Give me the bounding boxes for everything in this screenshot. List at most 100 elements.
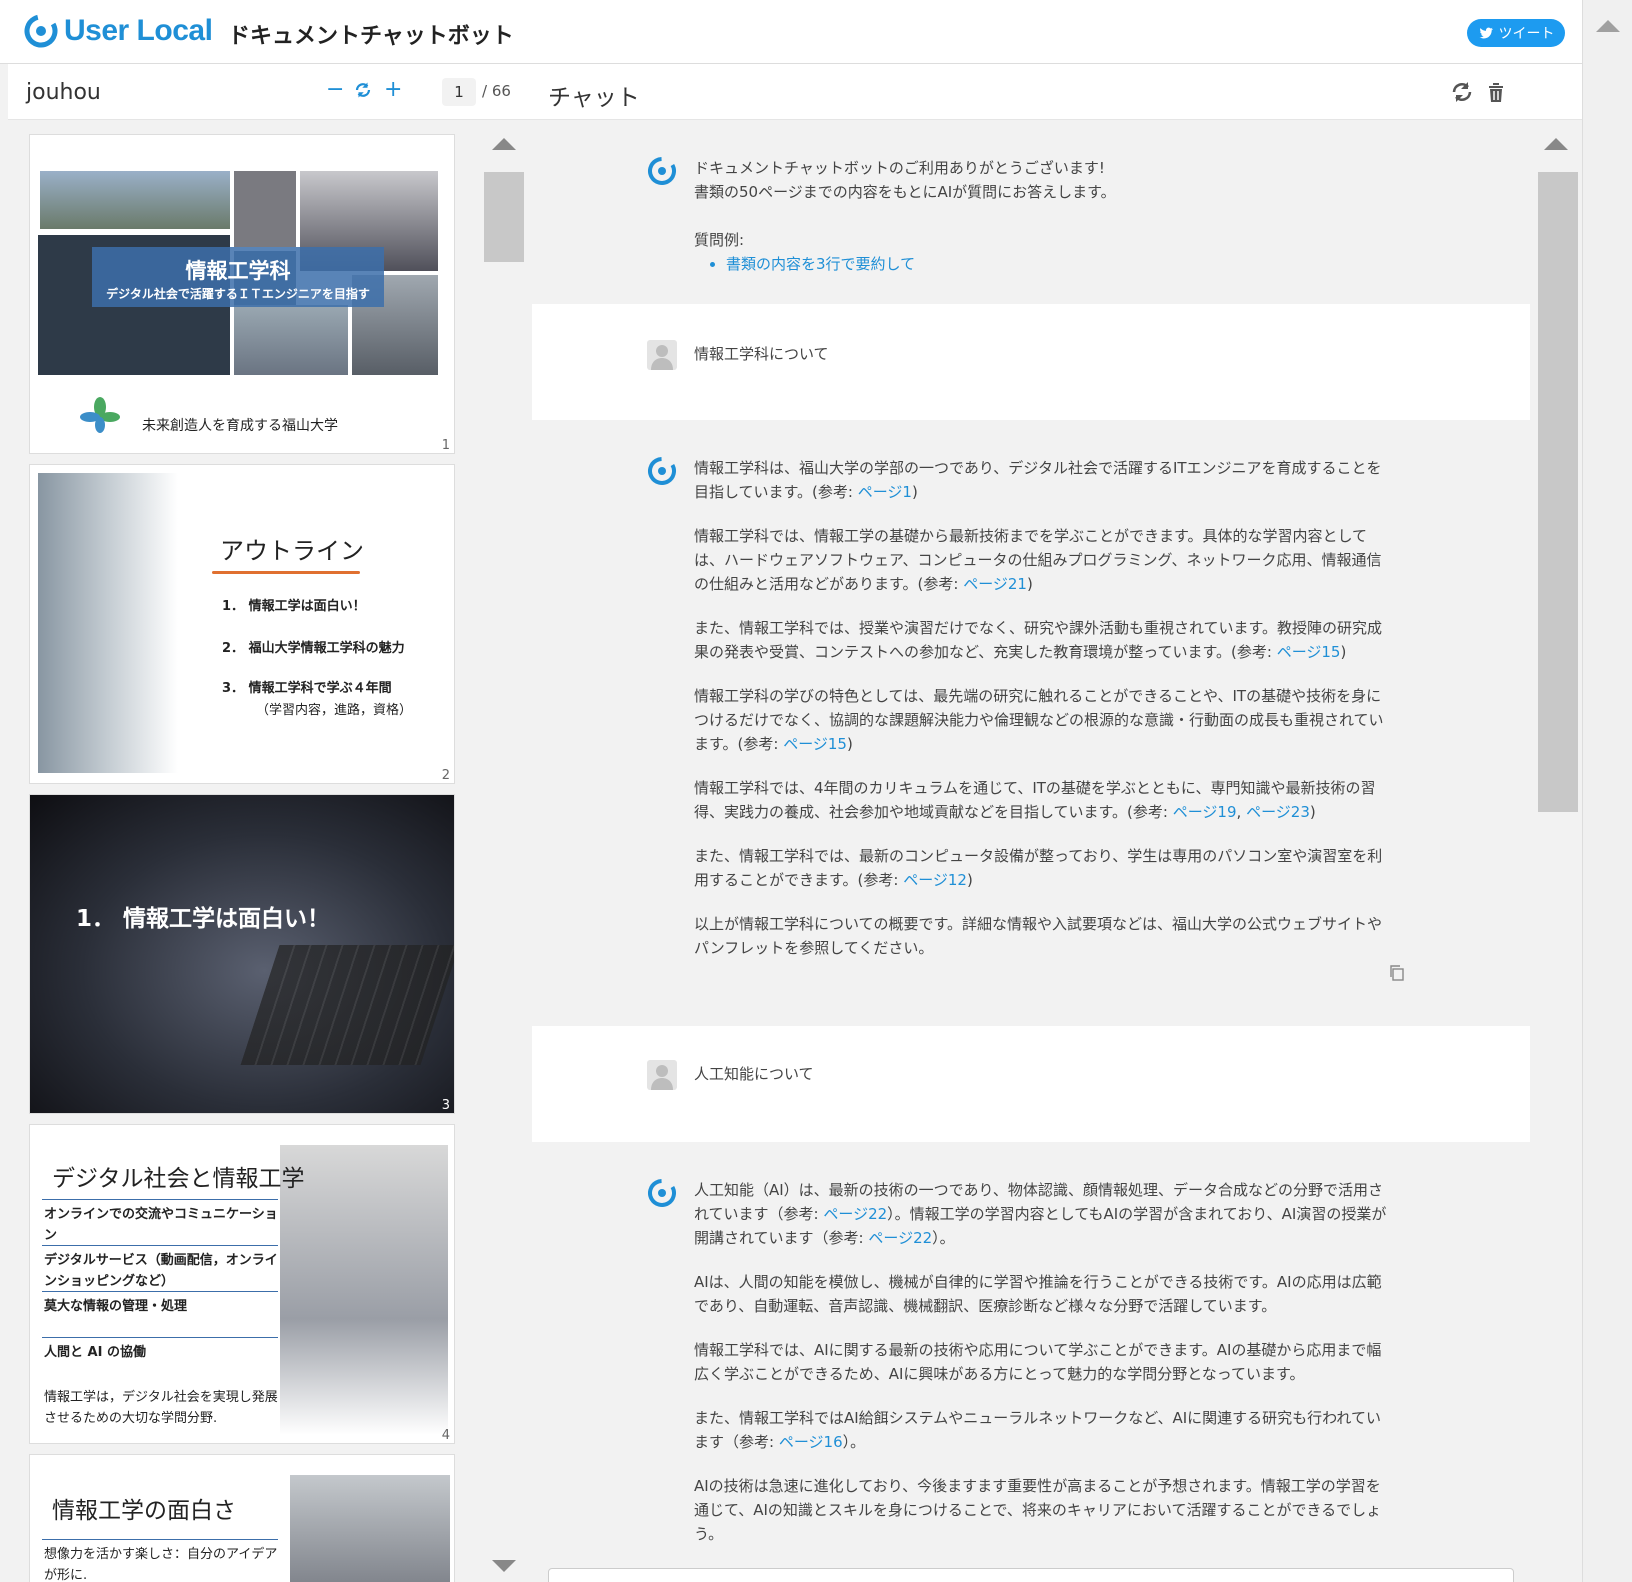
keyboard-image xyxy=(240,945,454,1065)
page-number-input[interactable]: 1 xyxy=(442,78,476,106)
page-reference-link[interactable]: ページ23 xyxy=(1246,803,1310,821)
tweet-label: ツイート xyxy=(1498,26,1555,42)
bot-avatar-icon xyxy=(648,157,676,185)
page2-title: アウトライン xyxy=(220,537,364,565)
zoom-reset-button[interactable] xyxy=(354,78,372,104)
page-reference-link[interactable]: ページ12 xyxy=(903,871,967,889)
topic-row: 莫大な情報の管理・処理 xyxy=(42,1291,278,1337)
refresh-icon xyxy=(355,82,371,98)
title-underline xyxy=(212,571,360,574)
fukuyama-university-logo-icon xyxy=(80,397,120,433)
page-number: 3 xyxy=(441,1098,450,1113)
page-reference-link[interactable]: ページ21 xyxy=(963,575,1027,593)
page4-conclusion: 情報工学は，デジタル社会を実現し発展させるための大切な学問分野. xyxy=(44,1390,278,1426)
page1-tagline: 未来創造人を育成する福山大学 xyxy=(142,418,338,434)
page-thumbnail-1[interactable]: 情報工学科 デジタル社会で活躍するＩＴエンジニアを目指す 未来創造人を育成する福… xyxy=(29,134,455,454)
document-toolbar: jouhou − + 1 / 66 xyxy=(8,64,532,120)
document-scroll-thumb[interactable] xyxy=(484,172,524,262)
topic-row: 想像力を活かす楽しさ：自分のアイデアが形に. xyxy=(42,1539,278,1582)
outline-item: 3． 情報工学科で学ぶ４年間 xyxy=(222,681,392,696)
bot-message: ドキュメントチャットボットのご利用ありがとうございます! 書類の50ページまでの… xyxy=(532,120,1530,304)
page-reference-link[interactable]: ページ16 xyxy=(779,1433,843,1451)
outline-item: 2． 福山大学情報工学科の魅力 xyxy=(222,641,405,656)
page-reference-link[interactable]: ページ15 xyxy=(783,735,847,753)
user-message-text: 情報工学科について xyxy=(694,345,829,363)
examples-label: 質問例: xyxy=(694,231,745,249)
page-thumbnail-2[interactable]: アウトライン 1． 情報工学は面白い！ 2． 福山大学情報工学科の魅力 3． 情… xyxy=(29,464,455,784)
window-scrollbar[interactable] xyxy=(1582,0,1632,1582)
page1-subtitle: デジタル社会で活躍するＩＴエンジニアを目指す xyxy=(106,287,370,301)
bot-answer-text: 人工知能（AI）は、最新の技術の一つであり、物体認識、顔情報処理、データ合成など… xyxy=(694,1178,1394,1566)
topic-row: オンラインでの交流やコミュニケーション xyxy=(42,1199,278,1246)
chat-title: チャット xyxy=(548,85,640,111)
page-number: 2 xyxy=(441,768,450,783)
students-photo xyxy=(38,473,178,773)
answer-text: また、情報工学科では、最新のコンピュータ設備が整っており、学生は専用のパソコン室… xyxy=(694,847,1383,889)
answer-paragraph: AIは、人間の知能を模倣し、機械が自律的に学習や推論を行うことができる技術です。… xyxy=(694,1273,1382,1315)
example-question-link[interactable]: 書類の内容を3行で要約して xyxy=(726,252,1394,276)
page-reference-link[interactable]: ページ1 xyxy=(858,483,912,501)
trash-icon[interactable] xyxy=(1484,80,1508,104)
answer-text: 情報工学科は、福山大学の学部の一つであり、デジタル社会で活躍するITエンジニアを… xyxy=(694,459,1382,501)
chat-messages[interactable]: ドキュメントチャットボットのご利用ありがとうございます! 書類の50ページまでの… xyxy=(532,120,1582,1582)
scroll-up-icon[interactable] xyxy=(1544,138,1568,150)
topic-row: デジタルサービス（動画配信，オンラインショッピングなど） xyxy=(42,1245,278,1292)
bot-answer-text: 情報工学科は、福山大学の学部の一つであり、デジタル社会で活躍するITエンジニアを… xyxy=(694,456,1394,980)
answer-paragraph: 人工知能（AI）は、最新の技術の一つであり、物体認識、顔情報処理、データ合成など… xyxy=(694,1178,1394,1250)
user-message: 人工知能について xyxy=(532,1026,1530,1142)
bot-message: 人工知能（AI）は、最新の技術の一つであり、物体認識、顔情報処理、データ合成など… xyxy=(532,1142,1530,1582)
answer-paragraph: 情報工学科では、4年間のカリキュラムを通じて、ITの基礎を学ぶとともに、専門知識… xyxy=(694,779,1376,821)
answer-paragraph: 情報工学科の学びの特色としては、最先端の研究に触れることができることや、ITの基… xyxy=(694,687,1384,753)
page-reference-link[interactable]: ページ22 xyxy=(823,1205,887,1223)
chat-scroll-thumb[interactable] xyxy=(1538,172,1578,812)
user-message-text: 人工知能について xyxy=(694,1065,814,1083)
answer-text: 情報工学科では、情報工学の基礎から最新技術までを学ぶことができます。具体的な学習… xyxy=(694,527,1382,593)
page3-heading: 1． 情報工学は面白い！ xyxy=(76,906,331,932)
window-scroll-up-icon[interactable] xyxy=(1596,20,1620,32)
answer-paragraph: AIの技術は急速に進化しており、今後ますます重要性が高まることが予想されます。情… xyxy=(694,1477,1382,1543)
bot-avatar-icon xyxy=(648,1179,676,1207)
outline-item: 1． 情報工学は面白い！ xyxy=(222,599,366,614)
logo-text: User Local xyxy=(64,14,213,47)
page-number: 1 xyxy=(441,438,450,453)
page-thumbnail-4[interactable]: デジタル社会と情報工学 オンラインでの交流やコミュニケーション デジタルサービス… xyxy=(29,1124,455,1444)
chat-input[interactable] xyxy=(548,1568,1514,1582)
page-reference-link[interactable]: ページ15 xyxy=(1277,643,1341,661)
user-avatar-icon xyxy=(647,340,677,370)
copy-icon[interactable] xyxy=(1388,964,1406,982)
page4-title: デジタル社会と情報工学 xyxy=(52,1166,305,1192)
answer-paragraph: また、情報工学科では、授業や演習だけでなく、研究や課外活動も重視されています。教… xyxy=(694,619,1383,661)
page1-title: 情報工学科 xyxy=(185,259,291,283)
userlocal-logo-icon xyxy=(24,14,58,48)
page5-title: 情報工学の面白さ xyxy=(52,1498,236,1524)
laptop-user-photo xyxy=(280,1145,448,1435)
page-reference-link[interactable]: ページ22 xyxy=(868,1229,932,1247)
window-scroll-thumb[interactable] xyxy=(1591,60,1621,1560)
refresh-chat-icon[interactable] xyxy=(1450,80,1474,104)
page-thumbnail-3[interactable]: 1． 情報工学は面白い！ 3 xyxy=(29,794,455,1114)
welcome-text: ドキュメントチャットボットのご利用ありがとうございます! 書類の50ページまでの… xyxy=(694,156,1394,276)
zoom-out-button[interactable]: − xyxy=(326,78,344,102)
answer-text: ）。 xyxy=(842,1433,866,1451)
zoom-in-button[interactable]: + xyxy=(384,78,402,102)
page-number: 4 xyxy=(441,1428,450,1443)
tweet-button[interactable]: ツイート xyxy=(1467,19,1565,47)
page-reference-link[interactable]: ページ19 xyxy=(1173,803,1237,821)
document-viewer[interactable]: 情報工学科 デジタル社会で活躍するＩＴエンジニアを目指す 未来創造人を育成する福… xyxy=(8,120,532,1582)
document-panel: jouhou − + 1 / 66 情報工学科 デジタル社会で活躍するＩＴエンジ… xyxy=(8,64,532,1582)
title-banner: 情報工学科 デジタル社会で活躍するＩＴエンジニアを目指す xyxy=(92,247,384,307)
bot-avatar-icon xyxy=(648,457,676,485)
header: User Local ドキュメントチャットボット ツイート xyxy=(0,0,1582,64)
example-list: 書類の内容を3行で要約して xyxy=(694,252,1394,276)
answer-paragraph: 情報工学科では、情報工学の基礎から最新技術までを学ぶことができます。具体的な学習… xyxy=(694,527,1382,593)
user-message: 情報工学科について xyxy=(532,304,1530,420)
document-scrollbar[interactable] xyxy=(476,120,532,1582)
page-thumbnail-5[interactable]: 情報工学の面白さ 想像力を活かす楽しさ：自分のアイデアが形に. xyxy=(29,1454,455,1582)
scroll-down-icon[interactable] xyxy=(492,1560,516,1572)
welcome-line: ドキュメントチャットボットのご利用ありがとうございます! xyxy=(694,159,1105,177)
chat-panel: チャット ドキュメントチャットボットのご利用ありがとうございます! 書類の50ペ… xyxy=(532,64,1582,1582)
userlocal-logo[interactable]: User Local xyxy=(24,14,213,48)
scroll-up-icon[interactable] xyxy=(492,138,516,150)
answer-paragraph: 情報工学科では、AIに関する最新の技術や応用について学ぶことができます。AIの基… xyxy=(694,1341,1382,1383)
chat-scrollbar[interactable] xyxy=(1530,120,1582,1582)
